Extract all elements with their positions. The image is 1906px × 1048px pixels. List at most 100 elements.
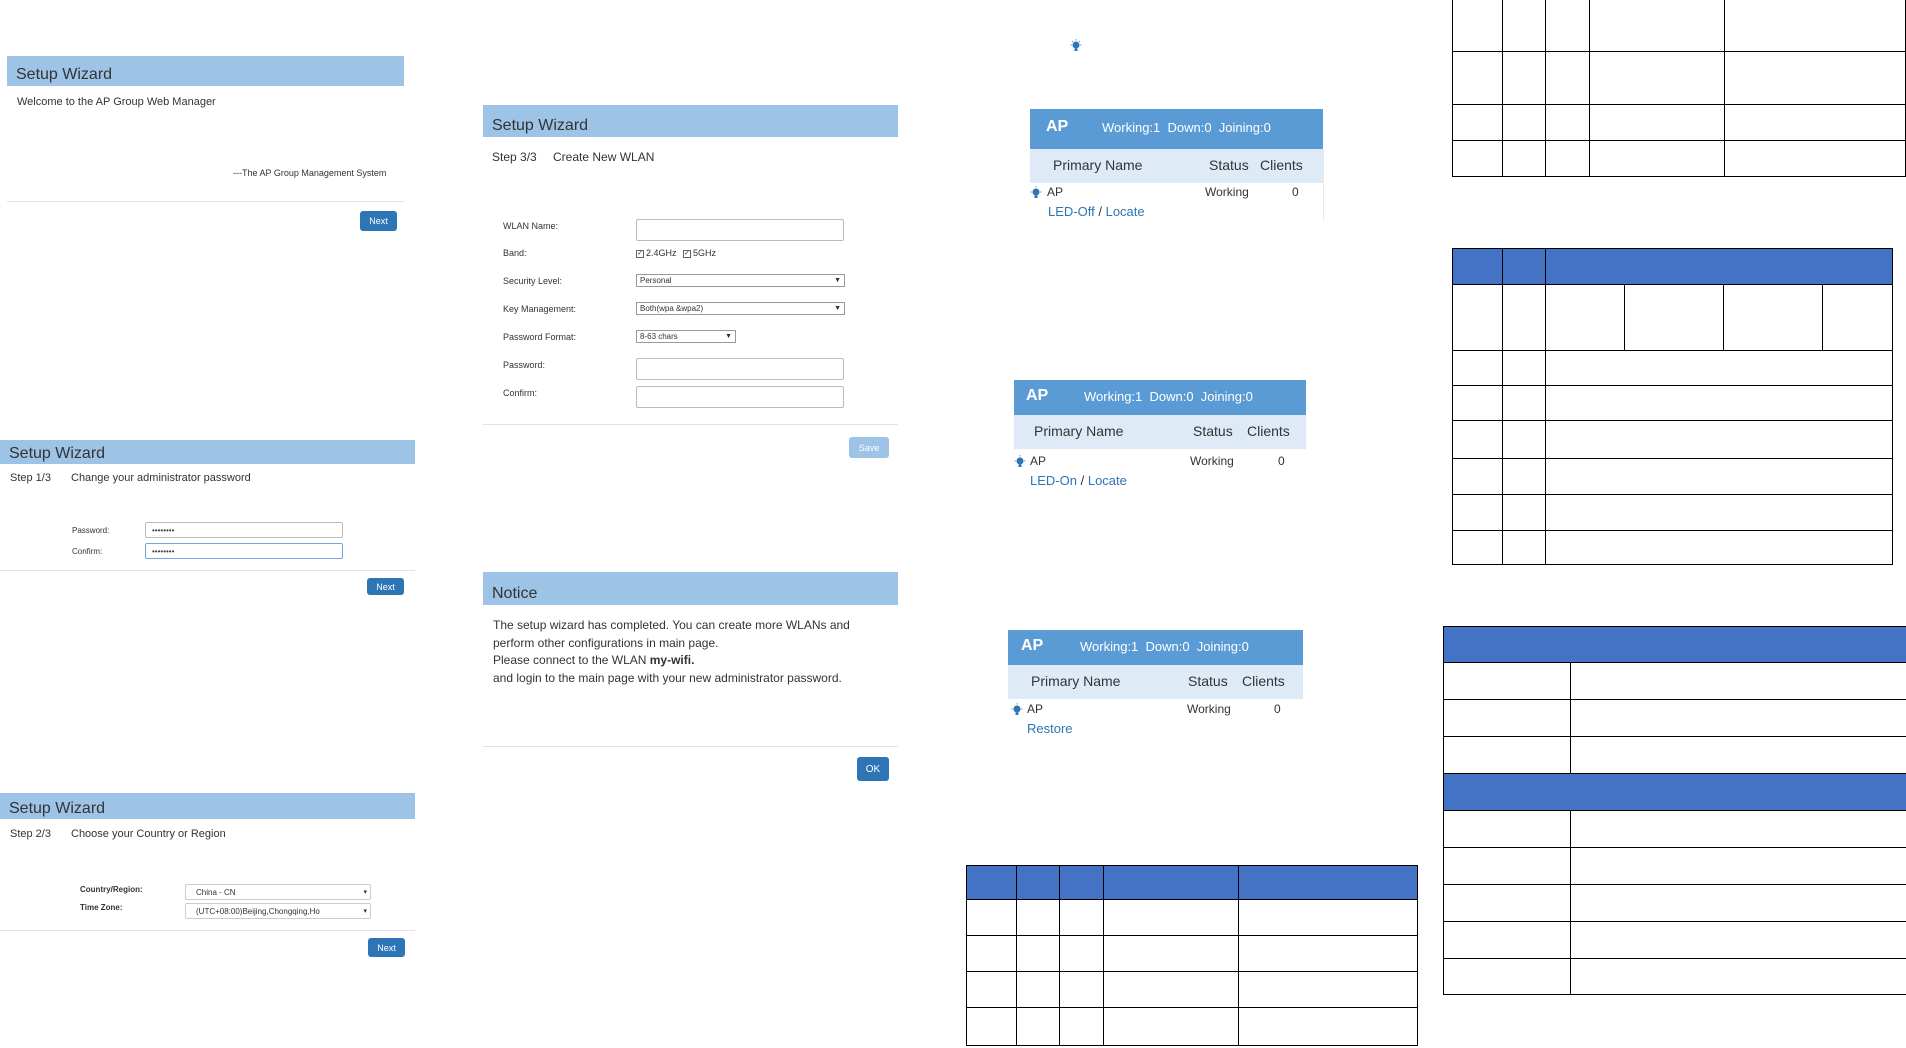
table-row-line xyxy=(1443,958,1906,959)
ap-panel-header: AP Working:1 Down:0 Joining:0 xyxy=(1014,380,1306,415)
timezone-value: (UTC+08:00)Beijing,Chongqing,Ho xyxy=(196,906,320,916)
table-frame xyxy=(1452,248,1893,565)
table-col-line xyxy=(1545,0,1546,177)
ap-panel-stats: Working:1 Down:0 Joining:0 xyxy=(1080,639,1249,654)
ap-row-actions: LED-On / Locate xyxy=(1030,473,1127,488)
band-options: ✓ 2.4GHz ✓ 5GHz xyxy=(636,248,716,258)
col-primary-name: Primary Name xyxy=(1034,423,1124,439)
col-status: Status xyxy=(1209,157,1249,173)
security-label: Security Level: xyxy=(503,276,563,286)
next-button[interactable]: Next xyxy=(368,938,405,957)
notice-title: Notice xyxy=(492,585,538,602)
table-row-line xyxy=(1443,884,1906,885)
ok-button[interactable]: OK xyxy=(857,757,889,781)
ap-column-headers: Primary Name Status Clients xyxy=(1030,149,1323,183)
band-24-label: 2.4GHz xyxy=(646,248,677,258)
security-select[interactable]: Personal ▼ xyxy=(636,274,845,287)
restore-link[interactable]: Restore xyxy=(1027,721,1073,736)
wlan-name-label: WLAN Name: xyxy=(503,221,559,231)
wizard-title: Setup Wizard xyxy=(9,800,106,817)
led-off-link[interactable]: LED-Off xyxy=(1048,204,1095,219)
band-label: Band: xyxy=(503,248,527,258)
ap-panel-title: AP xyxy=(1021,637,1044,654)
table-row-line xyxy=(966,971,1418,972)
band-5-checkbox[interactable]: ✓ xyxy=(683,249,692,258)
chevron-down-icon: ▾ xyxy=(363,889,367,896)
table-row-line xyxy=(1443,662,1906,663)
led-bulb-icon xyxy=(1030,186,1042,198)
table-row-line xyxy=(1443,699,1906,700)
locate-link[interactable]: Locate xyxy=(1088,473,1127,488)
ap-row-status: Working xyxy=(1187,702,1231,716)
country-select[interactable]: China - CN ▾ xyxy=(185,884,371,900)
confirm-label: Confirm: xyxy=(72,547,103,556)
password-field[interactable] xyxy=(636,358,844,380)
ap-column-headers: Primary Name Status Clients xyxy=(1008,665,1303,699)
wizard-header: Setup Wizard xyxy=(7,56,404,86)
table-frame xyxy=(1452,0,1906,177)
locate-link[interactable]: Locate xyxy=(1106,204,1145,219)
ap-row-clients: 0 xyxy=(1278,454,1285,468)
table-row-line xyxy=(1452,51,1906,52)
password-label: Password: xyxy=(503,360,546,370)
key-management-select[interactable]: Both(wpa &wpa2) ▼ xyxy=(636,302,845,315)
step-description: Create New WLAN xyxy=(553,150,655,164)
confirm-field[interactable] xyxy=(636,386,844,408)
table-col-line xyxy=(1016,865,1017,1046)
action-separator: / xyxy=(1080,473,1085,488)
table-col-line xyxy=(1624,284,1625,350)
ap-row-clients: 0 xyxy=(1274,702,1281,716)
table-col-line xyxy=(1724,0,1725,177)
password-format-select[interactable]: 8-63 chars ▼ xyxy=(636,330,736,343)
chevron-down-icon: ▼ xyxy=(834,305,841,312)
ap-row-clients: 0 xyxy=(1292,185,1299,199)
ap-panel-stats: Working:1 Down:0 Joining:0 xyxy=(1084,389,1253,404)
wlan-name-field[interactable] xyxy=(636,219,844,241)
confirm-field[interactable]: •••••••• xyxy=(145,543,343,559)
timezone-select[interactable]: (UTC+08:00)Beijing,Chongqing,Ho ▾ xyxy=(185,903,371,919)
table-col-line xyxy=(1570,662,1571,773)
led-on-link[interactable]: LED-On xyxy=(1030,473,1077,488)
table-col-line xyxy=(1502,248,1503,565)
step-description: Choose your Country or Region xyxy=(71,828,226,840)
table-row-line xyxy=(966,935,1418,936)
step-indicator: Step 2/3 xyxy=(10,828,51,840)
divider xyxy=(483,746,898,747)
table-row-line xyxy=(1452,284,1893,285)
led-bulb-icon xyxy=(1014,455,1026,467)
next-button[interactable]: Next xyxy=(367,578,404,595)
ap-panel-title: AP xyxy=(1026,387,1049,404)
divider xyxy=(0,570,415,571)
step-description: Change your administrator password xyxy=(71,472,251,484)
notice-line-1: The setup wizard has completed. You can … xyxy=(493,618,850,632)
ap-panel-title: AP xyxy=(1046,118,1069,135)
ap-panel-header: AP Working:1 Down:0 Joining:0 xyxy=(1008,630,1303,665)
save-button[interactable]: Save xyxy=(849,437,889,458)
ap-panel-header: AP Working:1 Down:0 Joining:0 xyxy=(1030,109,1323,149)
password-format-value: 8-63 chars xyxy=(640,332,678,341)
col-primary-name: Primary Name xyxy=(1053,157,1143,173)
band-5-label: 5GHz xyxy=(693,248,717,258)
table-row-line xyxy=(1452,350,1893,351)
notice-line-2: perform other configurations in main pag… xyxy=(493,636,719,650)
table-row-line xyxy=(1452,530,1893,531)
led-bulb-icon xyxy=(1070,39,1082,51)
step-indicator: Step 1/3 xyxy=(10,472,51,484)
notice-line-4: and login to the main page with your new… xyxy=(493,671,842,685)
band-24-checkbox[interactable]: ✓ xyxy=(636,249,644,258)
next-button[interactable]: Next xyxy=(360,211,397,231)
ap-row-actions: Restore xyxy=(1027,721,1073,736)
country-label: Country/Region: xyxy=(80,885,143,894)
ap-row-name: AP xyxy=(1030,454,1047,468)
table-row-line xyxy=(1443,810,1906,811)
ap-row-name: AP xyxy=(1047,185,1064,199)
password-field[interactable]: •••••••• xyxy=(145,522,343,538)
table-col-line xyxy=(1589,0,1590,177)
table-col-line xyxy=(1238,865,1239,1046)
table-row-line xyxy=(966,1007,1418,1008)
col-status: Status xyxy=(1193,423,1233,439)
wizard-header: Setup Wizard xyxy=(0,793,415,819)
table-row-line xyxy=(966,899,1418,900)
ap-column-headers: Primary Name Status Clients xyxy=(1014,415,1306,449)
table-col-line xyxy=(1059,865,1060,1046)
